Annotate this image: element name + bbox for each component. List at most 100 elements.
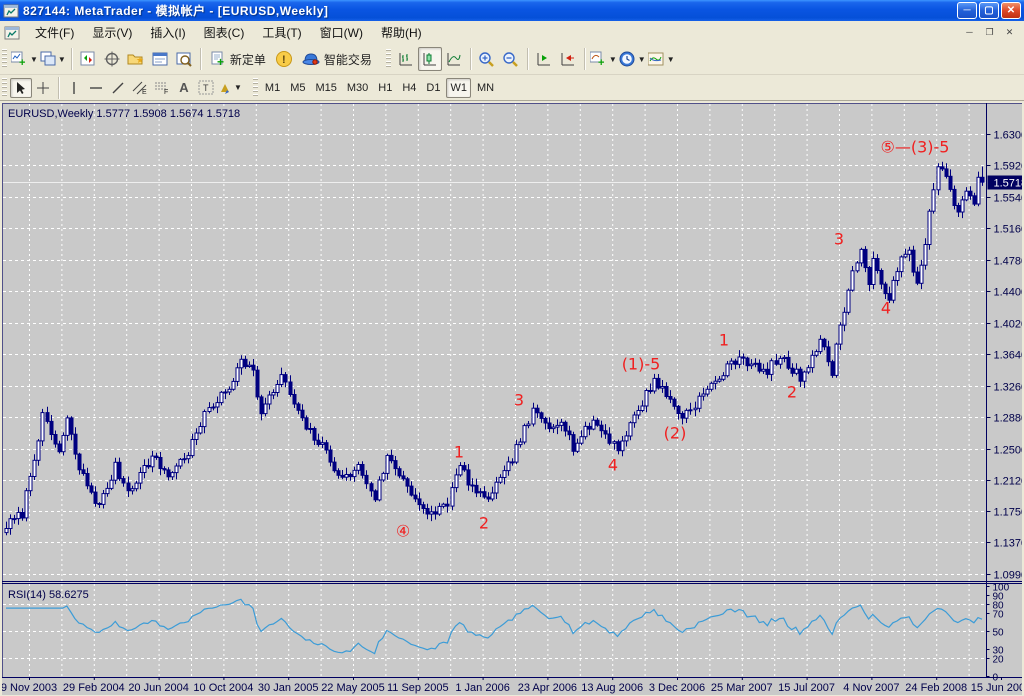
svg-text:1.5718: 1.5718 [994, 178, 1023, 190]
svg-text:1.3640: 1.3640 [994, 350, 1023, 362]
svg-text:1.3260: 1.3260 [994, 382, 1023, 394]
svg-text:1.1370: 1.1370 [994, 538, 1023, 550]
window-title: 827144: MetaTrader - 模拟帐户 - [EURUSD,Week… [23, 2, 328, 19]
chart-window-icon[interactable] [4, 25, 20, 41]
timeframe-button-h4[interactable]: H4 [398, 78, 420, 98]
metatrader-window: 827144: MetaTrader - 模拟帐户 - [EURUSD,Week… [0, 0, 1024, 696]
svg-text:F: F [164, 89, 168, 95]
child-close-button[interactable]: ✕ [1001, 25, 1018, 40]
chart-shift-button[interactable] [556, 47, 580, 71]
standard-toolbar: +▼ ▼ ★ + 新定单 ! 智能交易 [0, 44, 1024, 75]
data-window-button[interactable] [100, 47, 124, 71]
svg-text:1.6300: 1.6300 [994, 130, 1023, 142]
toolbar-grip[interactable] [2, 49, 7, 69]
menu-window[interactable]: 窗口(W) [311, 21, 372, 44]
text-label-tool-button[interactable]: T [195, 78, 217, 98]
svg-text:23 Apr 2006: 23 Apr 2006 [518, 682, 577, 694]
svg-text:T: T [203, 83, 209, 93]
svg-text:20 Jun 2004: 20 Jun 2004 [128, 682, 189, 694]
timeframe-button-m30[interactable]: M30 [343, 78, 372, 98]
svg-text:4 Nov 2007: 4 Nov 2007 [843, 682, 899, 694]
zoom-out-button[interactable] [499, 47, 523, 71]
svg-text:1.1750: 1.1750 [994, 507, 1023, 519]
child-minimize-button[interactable]: ─ [961, 25, 978, 40]
terminal-button[interactable] [148, 47, 172, 71]
svg-text:22 May 2005: 22 May 2005 [321, 682, 385, 694]
svg-text:30 Jan 2005: 30 Jan 2005 [258, 682, 319, 694]
alert-icon[interactable]: ! [272, 47, 296, 71]
menu-file[interactable]: 文件(F) [26, 21, 83, 44]
svg-text:70: 70 [993, 610, 1005, 621]
timeframe-button-m5[interactable]: M5 [286, 78, 309, 98]
strategy-tester-button[interactable] [172, 47, 196, 71]
cursor-tool-button[interactable] [10, 78, 32, 98]
svg-text:1.2120: 1.2120 [994, 476, 1023, 488]
bar-chart-button[interactable] [394, 47, 418, 71]
svg-text:10 Oct 2004: 10 Oct 2004 [193, 682, 253, 694]
maximize-button[interactable]: ▢ [979, 2, 999, 19]
menu-charts[interactable]: 图表(C) [195, 21, 254, 44]
horizontal-line-tool-button[interactable] [85, 78, 107, 98]
timeframe-button-w1[interactable]: W1 [446, 78, 471, 98]
new-order-button[interactable]: + 新定单 [205, 47, 272, 71]
svg-text:+: + [19, 57, 25, 67]
trendline-tool-button[interactable] [107, 78, 129, 98]
arrows-tool-button[interactable]: ▼ [217, 78, 243, 98]
crosshair-tool-button[interactable] [32, 78, 54, 98]
profiles-button[interactable]: ▼ [39, 47, 67, 71]
svg-text:1.5920: 1.5920 [994, 161, 1023, 173]
svg-text:1.2880: 1.2880 [994, 413, 1023, 425]
svg-text:1.4020: 1.4020 [994, 319, 1023, 331]
svg-text:20: 20 [993, 655, 1005, 666]
navigator-button[interactable]: ★ [124, 47, 148, 71]
svg-text:50: 50 [993, 628, 1005, 639]
menu-view[interactable]: 显示(V) [83, 21, 141, 44]
svg-text:RSI(14) 58.6275: RSI(14) 58.6275 [8, 589, 89, 601]
timeframe-button-m1[interactable]: M1 [261, 78, 284, 98]
menu-insert[interactable]: 插入(I) [141, 21, 194, 44]
menu-tools[interactable]: 工具(T) [253, 21, 310, 44]
svg-text:★: ★ [136, 55, 144, 65]
title-bar: 827144: MetaTrader - 模拟帐户 - [EURUSD,Week… [0, 0, 1024, 21]
new-order-label: 新定单 [230, 51, 266, 68]
channel-tool-button[interactable]: E [129, 78, 151, 98]
menu-help[interactable]: 帮助(H) [372, 21, 431, 44]
zoom-in-button[interactable] [475, 47, 499, 71]
text-tool-button[interactable]: A [173, 78, 195, 98]
periods-button[interactable]: ▼ [618, 47, 647, 71]
line-chart-button[interactable] [442, 47, 466, 71]
expert-advisors-label: 智能交易 [324, 51, 372, 68]
svg-text:1.4780: 1.4780 [994, 256, 1023, 268]
menu-bar: 文件(F) 显示(V) 插入(I) 图表(C) 工具(T) 窗口(W) 帮助(H… [0, 21, 1024, 45]
market-watch-button[interactable] [76, 47, 100, 71]
fibonacci-tool-button[interactable]: F [151, 78, 173, 98]
templates-button[interactable]: ▼ [647, 47, 676, 71]
svg-text:29 Feb 2004: 29 Feb 2004 [63, 682, 125, 694]
minimize-button[interactable]: ─ [957, 2, 977, 19]
timeframe-button-m15[interactable]: M15 [311, 78, 340, 98]
toolbar-grip[interactable] [2, 78, 7, 98]
timeframe-button-h1[interactable]: H1 [374, 78, 396, 98]
child-restore-button[interactable]: ❐ [981, 25, 998, 40]
svg-text:3 Dec 2006: 3 Dec 2006 [649, 682, 705, 694]
auto-scroll-button[interactable] [532, 47, 556, 71]
svg-text:E: E [142, 89, 147, 95]
svg-text:9 Nov 2003: 9 Nov 2003 [2, 682, 57, 694]
toolbar-grip[interactable] [253, 78, 258, 98]
timeframe-button-mn[interactable]: MN [473, 78, 498, 98]
expert-advisors-button[interactable]: 智能交易 [296, 47, 378, 71]
indicators-button[interactable]: +▼ [589, 47, 618, 71]
svg-text:!: ! [282, 54, 286, 66]
chart-area[interactable]: 1.63001.59201.55401.51601.47801.44001.40… [0, 100, 1024, 696]
vertical-line-tool-button[interactable] [63, 78, 85, 98]
svg-text:+: + [217, 55, 224, 67]
price-chart[interactable]: 1.63001.59201.55401.51601.47801.44001.40… [2, 103, 1022, 695]
timeframe-button-d1[interactable]: D1 [422, 78, 444, 98]
svg-text:1 Jan 2006: 1 Jan 2006 [455, 682, 509, 694]
new-chart-button[interactable]: +▼ [10, 47, 39, 71]
close-button[interactable]: ✕ [1001, 2, 1021, 19]
toolbar-grip[interactable] [386, 49, 391, 69]
svg-text:11 Sep 2005: 11 Sep 2005 [387, 682, 449, 694]
svg-text:24 Feb 2008: 24 Feb 2008 [905, 682, 967, 694]
candlestick-chart-button[interactable] [418, 47, 442, 71]
